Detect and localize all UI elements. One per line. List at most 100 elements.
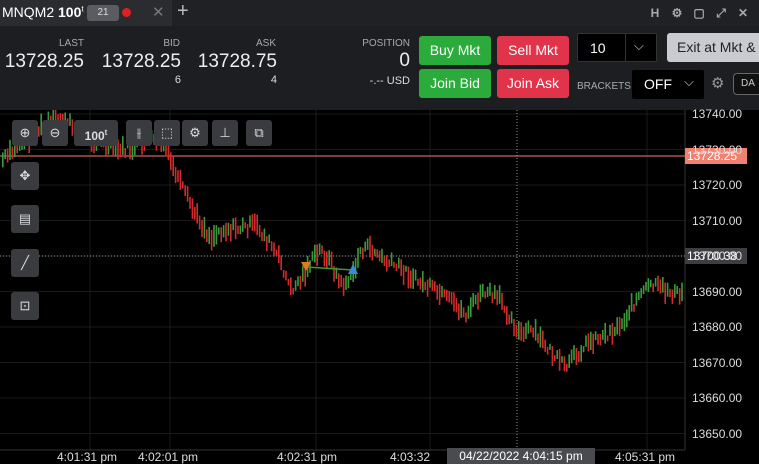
tab-close-icon[interactable]: ✕ <box>152 3 165 21</box>
price-chart[interactable] <box>0 110 759 464</box>
brackets-select[interactable]: OFF ⌵ <box>632 70 704 99</box>
up-bar <box>494 285 496 300</box>
chart-settings-gear-icon[interactable]: ⚙ <box>182 120 208 146</box>
crosshair-tool-icon[interactable]: ✥ <box>11 162 39 190</box>
down-bar <box>400 259 402 276</box>
down-bar <box>578 351 580 362</box>
up-bar <box>412 268 414 289</box>
down-bar <box>462 307 465 318</box>
up-bar <box>594 331 597 341</box>
up-bar <box>609 324 611 336</box>
bar-size-button[interactable]: 100t <box>74 120 118 146</box>
down-bar <box>191 198 194 219</box>
down-bar <box>273 242 275 257</box>
tab-bar-size: 100 <box>58 4 82 20</box>
lock-icon[interactable]: ⊡ <box>11 292 39 320</box>
notes-icon[interactable]: ▤ <box>11 205 39 233</box>
brackets-settings-gear-icon[interactable]: ⚙ <box>711 74 724 92</box>
down-bar <box>237 225 239 235</box>
down-bar <box>544 339 546 352</box>
tab-link-badge[interactable]: 21 <box>87 5 119 21</box>
price-label: 13680.00 <box>692 320 743 334</box>
down-bar <box>189 196 191 209</box>
down-bar <box>450 291 453 305</box>
quantity-select[interactable]: 10 ⌵ <box>577 33 657 62</box>
down-bar <box>177 170 179 183</box>
restore-icon[interactable]: ▢ <box>691 5 707 21</box>
up-bar <box>628 305 630 321</box>
indicators-icon[interactable]: ⊥ <box>212 120 238 146</box>
up-bar <box>218 227 220 235</box>
up-bar <box>626 309 628 328</box>
down-bar <box>186 186 189 202</box>
layout-icon[interactable]: ⧉ <box>246 120 272 146</box>
down-bar <box>282 270 285 278</box>
chart-tab[interactable]: MNQM2 100t 21 ✕ <box>0 0 172 26</box>
up-bar <box>568 354 570 368</box>
up-bar <box>345 275 347 290</box>
up-bar <box>616 317 618 335</box>
close-icon[interactable]: ✕ <box>735 5 751 21</box>
chevron-down-icon[interactable]: ⌵ <box>684 74 694 90</box>
line-tool-icon[interactable]: ╱ <box>11 249 39 277</box>
bid-size: 6 <box>174 74 181 86</box>
time-label: 4:05:31 pm <box>615 450 676 464</box>
bar-type-icon[interactable]: ⫲ <box>126 120 152 146</box>
up-bar <box>681 282 683 302</box>
join-ask-button[interactable]: Join Ask <box>497 69 569 98</box>
down-bar <box>196 203 198 224</box>
sell-market-button[interactable]: Sell Mkt <box>497 36 569 65</box>
maximize-icon[interactable]: ⤢ <box>713 5 729 21</box>
buy-market-button[interactable]: Buy Mkt <box>419 36 491 65</box>
price-label: 13670.00 <box>692 355 743 370</box>
up-bar <box>422 271 424 293</box>
up-bar <box>122 136 124 155</box>
zoom-in-icon[interactable]: ⊕ <box>12 120 38 146</box>
add-tab-icon[interactable]: + <box>177 0 189 23</box>
down-bar <box>659 279 662 294</box>
down-bar <box>446 289 448 302</box>
up-bar <box>398 257 400 269</box>
up-bar <box>328 250 330 266</box>
chart-canvas[interactable] <box>0 110 759 464</box>
h-icon[interactable]: H <box>647 5 663 21</box>
up-bar <box>4 149 6 160</box>
zoom-out-icon[interactable]: ⊖ <box>42 120 68 146</box>
up-bar <box>590 331 592 350</box>
up-bar <box>486 286 489 298</box>
down-bar <box>515 324 518 338</box>
down-bar <box>184 185 186 197</box>
down-bar <box>599 334 602 346</box>
join-bid-button[interactable]: Join Bid <box>419 69 491 98</box>
exit-at-market-button[interactable]: Exit at Mkt & <box>667 33 759 62</box>
down-bar <box>664 282 666 304</box>
down-bar <box>383 256 386 267</box>
down-bar <box>458 303 460 321</box>
down-bar <box>671 289 674 304</box>
down-bar <box>338 273 340 289</box>
down-bar <box>424 281 426 291</box>
last-label: LAST <box>58 38 84 49</box>
down-bar <box>119 143 122 158</box>
down-bar <box>532 327 534 338</box>
down-bar <box>244 222 246 229</box>
up-bar <box>460 300 462 318</box>
up-bar <box>311 251 314 261</box>
up-bar <box>654 278 657 287</box>
down-bar <box>520 322 522 341</box>
up-bar <box>2 152 4 168</box>
chevron-down-icon[interactable]: ⌵ <box>634 38 644 54</box>
up-bar <box>366 238 369 250</box>
down-bar <box>256 214 258 236</box>
down-bar <box>542 330 544 349</box>
down-bar <box>321 245 323 254</box>
selection-icon[interactable]: ⬚ <box>154 120 180 146</box>
up-bar <box>676 286 678 294</box>
gear-icon[interactable]: ⚙ <box>669 5 685 21</box>
down-bar <box>340 274 342 288</box>
up-bar <box>650 279 652 288</box>
tab-title: MNQM2 100t <box>2 4 84 20</box>
down-bar <box>258 224 261 238</box>
time-label: 4:02:31 pm <box>277 450 338 464</box>
da-button[interactable]: DA <box>733 73 759 95</box>
